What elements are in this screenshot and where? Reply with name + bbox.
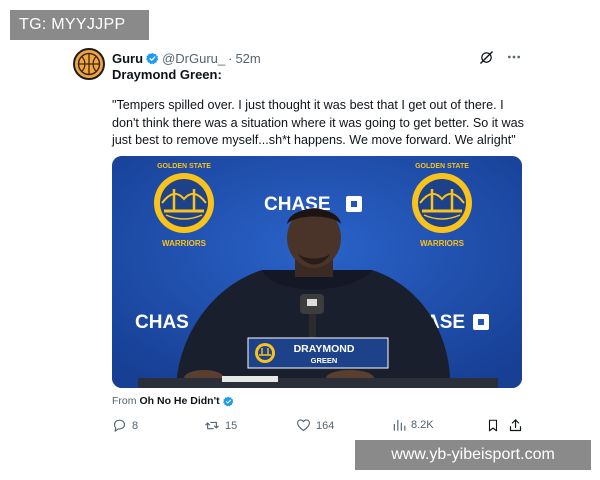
separator-dot: · xyxy=(228,50,233,66)
source-name-link[interactable]: Oh No He Didn't xyxy=(140,395,220,407)
views-bar-chart-icon xyxy=(393,419,406,431)
repost-button[interactable]: 15 xyxy=(204,418,237,433)
paper-sheet xyxy=(222,376,278,382)
like-button[interactable]: 164 xyxy=(296,418,334,433)
lower-third-first-name: DRAYMOND xyxy=(294,343,355,355)
lower-third-last-name: GREEN xyxy=(311,356,338,365)
grok-icon[interactable] xyxy=(479,50,494,65)
tweet-header: Guru @DrGuru_ · 52m xyxy=(112,49,526,67)
post-time[interactable]: 52m xyxy=(235,51,260,66)
reply-button[interactable]: 8 xyxy=(112,418,138,433)
chase-text-left: CHAS xyxy=(135,312,189,333)
author-name[interactable]: Guru xyxy=(112,51,143,66)
watermark-url: www.yb-yibeisport.com xyxy=(355,440,591,470)
source-verified-icon xyxy=(222,396,234,407)
repost-count: 15 xyxy=(225,419,238,432)
views-count: 8.2K xyxy=(411,419,434,431)
header-actions xyxy=(479,49,522,65)
bookmark-button[interactable] xyxy=(486,418,500,433)
logo-top-text-right: GOLDEN STATE xyxy=(415,163,469,170)
podium-desk xyxy=(138,378,498,388)
logo-bottom-text-right: WARRIORS xyxy=(420,239,465,248)
tweet-text: "Tempers spilled over. I just thought it… xyxy=(112,98,524,147)
name-lower-third: DRAYMOND GREEN xyxy=(247,337,389,369)
logo-top-text-left: GOLDEN STATE xyxy=(157,163,211,170)
media-source: From Oh No He Didn't xyxy=(112,395,237,407)
repost-icon xyxy=(205,421,219,430)
verified-badge-icon xyxy=(146,52,159,65)
tweet-title: Draymond Green: xyxy=(112,67,222,82)
views-button[interactable]: 8.2K xyxy=(392,418,434,432)
reply-icon xyxy=(113,419,126,432)
like-count: 164 xyxy=(316,419,335,432)
tweet-card[interactable]: Guru @DrGuru_ · 52m Draymond Green: "Tem… xyxy=(66,42,536,438)
source-label: From xyxy=(112,395,137,407)
share-icon xyxy=(509,419,522,432)
bookmark-icon xyxy=(488,419,498,432)
share-button[interactable] xyxy=(508,418,523,433)
basketball-icon xyxy=(77,52,101,76)
more-options-icon[interactable] xyxy=(506,49,522,65)
watermark-tag: TG: MYYJJPP xyxy=(10,10,149,40)
logo-bottom-text-left: WARRIORS xyxy=(162,239,207,248)
tweet-media-image[interactable]: GOLDEN STATE WARRIORS GOLDEN STATE WARRI… xyxy=(112,156,522,388)
reply-count: 8 xyxy=(132,419,139,432)
avatar[interactable] xyxy=(73,48,105,80)
tweet-actions: 8 15 164 8.2K xyxy=(112,418,526,436)
heart-icon xyxy=(297,419,310,432)
author-handle[interactable]: @DrGuru_ xyxy=(162,51,225,66)
